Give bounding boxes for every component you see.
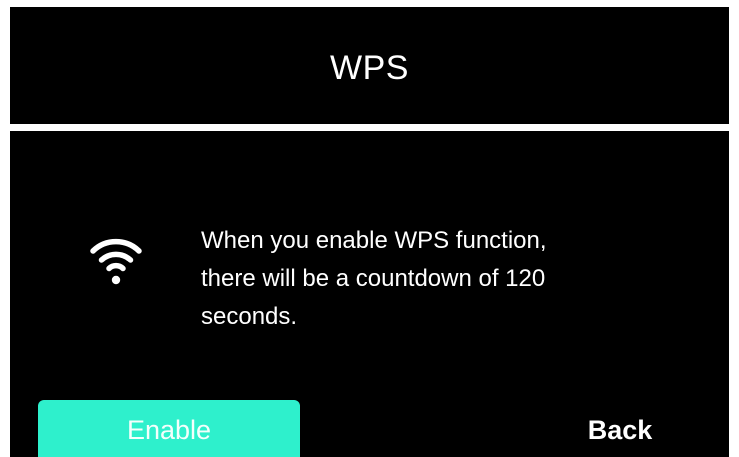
- back-button[interactable]: Back: [530, 400, 710, 457]
- page-title: WPS: [330, 49, 409, 87]
- title-bar: WPS: [10, 7, 729, 124]
- wps-message: When you enable WPS function, there will…: [201, 227, 547, 330]
- enable-button[interactable]: Enable: [38, 400, 300, 457]
- wps-screen: WPS When you enable WPS function, there …: [10, 7, 729, 457]
- wifi-icon: [88, 231, 144, 287]
- divider: [10, 124, 729, 131]
